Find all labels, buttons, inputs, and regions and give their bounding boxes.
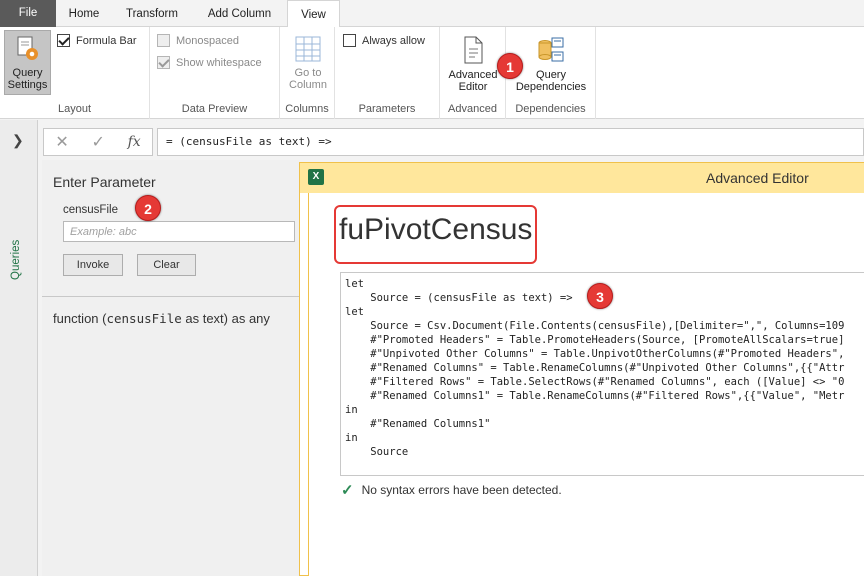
formula-bar-buttons: ✕ ✓ fx bbox=[43, 128, 153, 156]
columns-group-label: Columns bbox=[285, 103, 329, 115]
chevron-right-icon[interactable]: ❯ bbox=[12, 132, 24, 149]
invoke-button[interactable]: Invoke bbox=[63, 254, 123, 276]
code-line: #"Unpivoted Other Columns" = Table.Unpiv… bbox=[345, 348, 845, 360]
formula-bar: ✕ ✓ fx = (censusFile as text) => bbox=[43, 128, 864, 156]
dependencies-group-label: Dependencies bbox=[515, 103, 586, 115]
advanced-editor-button[interactable]: Advanced Editor bbox=[444, 35, 502, 93]
always-allow-checkbox[interactable] bbox=[343, 34, 356, 47]
checkmark-icon: ✓ bbox=[341, 482, 354, 499]
code-line: in bbox=[345, 432, 358, 444]
code-line: #"Filtered Rows" = Table.SelectRows(#"Re… bbox=[345, 376, 845, 388]
document-icon bbox=[464, 36, 483, 64]
divider bbox=[42, 296, 300, 297]
monospaced-toggle[interactable]: Monospaced bbox=[157, 34, 239, 47]
query-settings-button[interactable]: Query Settings bbox=[4, 30, 51, 95]
syntax-status-text: No syntax errors have been detected. bbox=[361, 483, 562, 497]
always-allow-toggle[interactable]: Always allow bbox=[343, 34, 425, 47]
ribbon-group-parameters: Always allow Parameters bbox=[335, 27, 440, 119]
ribbon-tab-bar: File Home Transform Add Column View bbox=[0, 0, 864, 28]
layout-group-label: Layout bbox=[57, 103, 92, 115]
callout-marker-1: 1 bbox=[497, 53, 523, 79]
show-whitespace-checkbox[interactable] bbox=[157, 56, 170, 69]
show-whitespace-label: Show whitespace bbox=[176, 56, 262, 69]
monospaced-checkbox[interactable] bbox=[157, 34, 170, 47]
parameter-value-input[interactable] bbox=[63, 221, 295, 242]
enter-parameter-title: Enter Parameter bbox=[53, 174, 156, 190]
data-preview-group-label: Data Preview bbox=[181, 103, 248, 115]
code-line: #"Promoted Headers" = Table.PromoteHeade… bbox=[345, 334, 845, 346]
go-to-column-label: Go to Column bbox=[289, 67, 327, 91]
formula-bar-label: Formula Bar bbox=[76, 34, 137, 47]
monospaced-label: Monospaced bbox=[176, 34, 239, 47]
commit-icon[interactable]: ✓ bbox=[91, 132, 104, 152]
dialog-title: Advanced Editor bbox=[706, 170, 809, 186]
formula-bar-toggle[interactable]: Formula Bar bbox=[57, 34, 137, 47]
tab-view[interactable]: View bbox=[287, 0, 340, 28]
code-line: Source = Csv.Document(File.Contents(cens… bbox=[345, 320, 845, 332]
code-line: in bbox=[345, 404, 358, 416]
excel-icon: X bbox=[308, 169, 324, 185]
signature-suffix: as text) as any bbox=[181, 311, 270, 326]
formula-bar-checkbox[interactable] bbox=[57, 34, 70, 47]
tab-transform[interactable]: Transform bbox=[113, 0, 191, 28]
cancel-icon[interactable]: ✕ bbox=[55, 132, 68, 152]
go-to-column-button[interactable]: Go to Column bbox=[286, 35, 330, 91]
formula-input[interactable]: = (censusFile as text) => bbox=[157, 128, 864, 156]
code-line: Source bbox=[345, 446, 409, 458]
tab-home[interactable]: Home bbox=[56, 0, 112, 28]
advanced-editor-label: Advanced Editor bbox=[448, 69, 498, 93]
callout-marker-2: 2 bbox=[135, 195, 161, 221]
advanced-group-label: Advanced bbox=[448, 103, 497, 115]
query-settings-label: Query Settings bbox=[7, 67, 48, 91]
dialog-body: fuPivotCensus let Source = (censusFile a… bbox=[308, 193, 864, 576]
query-name: fuPivotCensus bbox=[339, 213, 533, 246]
parameters-group-label: Parameters bbox=[358, 103, 416, 115]
ribbon: Query Settings Formula Bar Layout Monosp… bbox=[0, 27, 864, 119]
ribbon-group-columns: Go to Column Columns bbox=[280, 27, 335, 119]
clear-button[interactable]: Clear bbox=[137, 254, 196, 276]
grid-icon bbox=[295, 36, 321, 62]
query-dependencies-icon bbox=[538, 37, 564, 62]
advanced-editor-dialog: X Advanced Editor fuPivotCensus let Sour… bbox=[299, 162, 864, 576]
queries-rail-label[interactable]: Queries bbox=[10, 240, 22, 280]
enter-parameter-panel: Enter Parameter censusFile Invoke Clear … bbox=[42, 160, 300, 576]
syntax-status: ✓ No syntax errors have been detected. bbox=[341, 481, 562, 499]
dialog-titlebar[interactable]: X Advanced Editor bbox=[300, 163, 864, 193]
function-signature: function (censusFile as text) as any bbox=[53, 311, 270, 326]
tab-add-column[interactable]: Add Column bbox=[193, 0, 286, 28]
tab-file[interactable]: File bbox=[0, 0, 56, 27]
query-dependencies-label: Query Dependencies bbox=[515, 69, 587, 93]
ribbon-group-advanced: Advanced Editor Advanced bbox=[440, 27, 506, 119]
parameter-name-label: censusFile bbox=[63, 204, 118, 216]
callout-marker-3: 3 bbox=[587, 283, 613, 309]
always-allow-label: Always allow bbox=[362, 34, 425, 47]
fx-icon[interactable]: fx bbox=[128, 134, 141, 150]
signature-prefix: function ( bbox=[53, 311, 107, 326]
code-line: #"Renamed Columns" = Table.RenameColumns… bbox=[345, 362, 845, 374]
show-whitespace-toggle[interactable]: Show whitespace bbox=[157, 56, 262, 69]
code-line: #"Renamed Columns1" bbox=[345, 418, 491, 430]
query-settings-icon bbox=[17, 36, 38, 60]
queries-pane-collapsed: ❯ Queries bbox=[0, 120, 38, 576]
signature-param: censusFile bbox=[106, 311, 182, 326]
ribbon-group-layout: Query Settings Formula Bar Layout bbox=[0, 27, 150, 119]
code-line: #"Renamed Columns1" = Table.RenameColumn… bbox=[345, 390, 845, 402]
ribbon-group-data-preview: Monospaced Show whitespace Data Preview bbox=[150, 27, 280, 119]
